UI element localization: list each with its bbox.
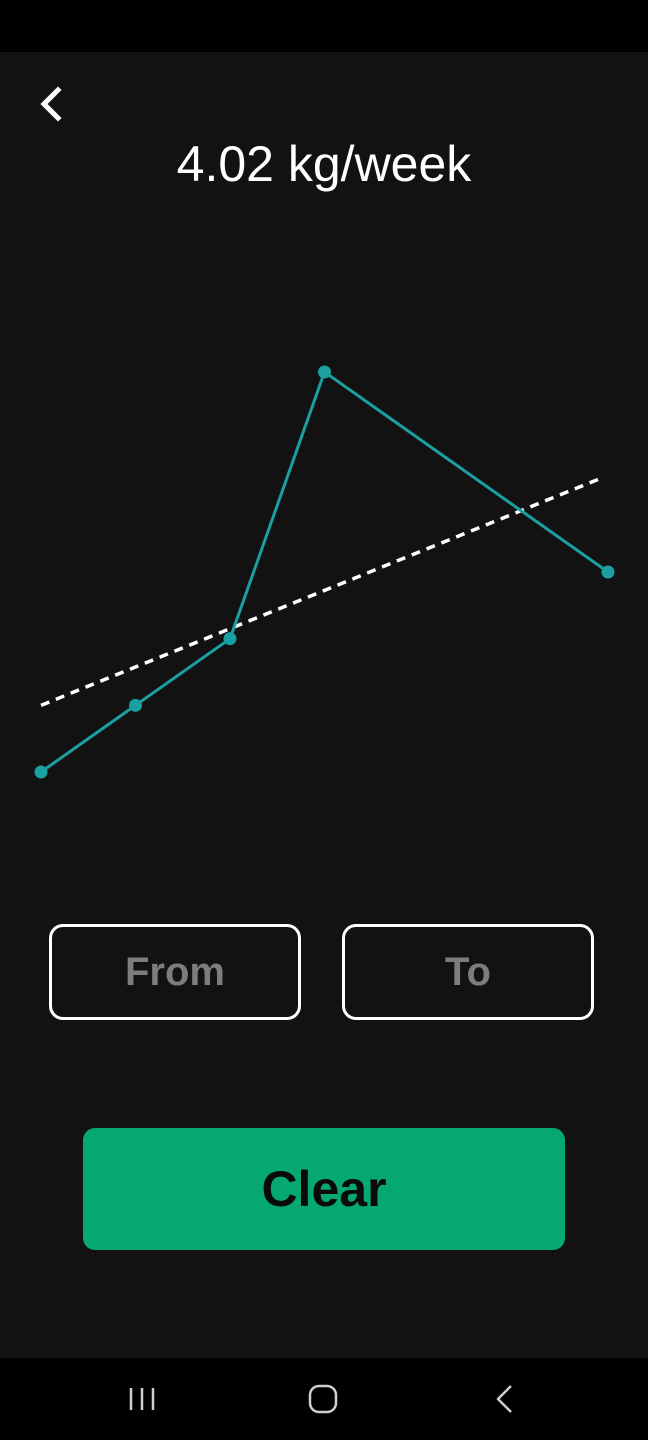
status-bar xyxy=(0,0,648,52)
nav-recents-button[interactable] xyxy=(122,1379,162,1419)
back-icon xyxy=(496,1385,512,1413)
data-point[interactable] xyxy=(318,365,331,379)
trend-line xyxy=(40,477,601,707)
data-point[interactable] xyxy=(34,765,48,779)
data-point[interactable] xyxy=(129,698,142,712)
chevron-left-icon xyxy=(40,86,62,122)
series-line xyxy=(40,369,609,774)
nav-home-button[interactable] xyxy=(303,1379,343,1419)
back-button[interactable] xyxy=(30,82,74,126)
page-title: 4.02 kg/week xyxy=(176,136,472,192)
home-icon xyxy=(308,1384,338,1414)
data-point[interactable] xyxy=(223,632,237,646)
weight-chart xyxy=(34,365,615,779)
app-screen: 4.02 kg/week From To Clear xyxy=(0,52,648,1358)
to-date-button[interactable]: To xyxy=(342,924,594,1020)
recents-icon xyxy=(129,1388,155,1410)
navigation-bar xyxy=(0,1358,648,1440)
nav-back-button[interactable] xyxy=(485,1379,525,1419)
from-date-button[interactable]: From xyxy=(49,924,301,1020)
data-point[interactable] xyxy=(601,565,615,579)
clear-button[interactable]: Clear xyxy=(83,1128,565,1250)
